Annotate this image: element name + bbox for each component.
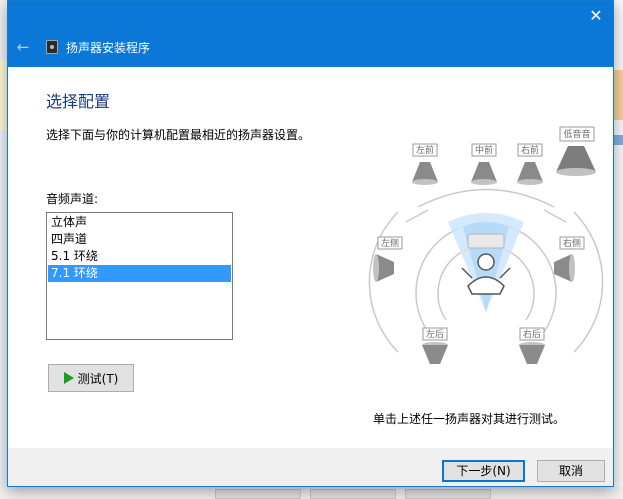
speaker-test-hint: 单击上述任一扬声器对其进行测试。	[373, 412, 566, 426]
side-right-speaker-icon[interactable]: 右侧	[554, 236, 585, 282]
svg-text:中前: 中前	[475, 144, 493, 156]
wizard-content: 选择配置 选择下面与你的计算机配置最相近的扬声器设置。 音频声道: 立体声 四声…	[8, 67, 613, 448]
test-button-label: 测试(T)	[77, 371, 119, 386]
svg-text:右后: 右后	[523, 328, 541, 340]
svg-text:右侧: 右侧	[563, 237, 581, 249]
instruction-text: 选择下面与你的计算机配置最相近的扬声器设置。	[46, 128, 311, 142]
page-title: 选择配置	[46, 92, 111, 111]
subwoofer-speaker-icon[interactable]: 低音音	[556, 126, 596, 176]
audio-channels-label: 音频声道:	[46, 192, 99, 206]
svg-text:左侧: 左侧	[381, 237, 399, 249]
svg-text:左前: 左前	[416, 144, 434, 156]
play-icon	[63, 372, 74, 384]
speaker-layout-diagram: 左前 中前 右前 低音音 左侧 右侧 左后 右后	[368, 126, 604, 364]
rear-left-speaker-icon[interactable]: 左后	[422, 327, 448, 364]
title-bar: ✕ ← 扬声器安装程序	[8, 1, 613, 67]
front-left-speaker-icon[interactable]: 左前	[412, 143, 438, 185]
wizard-footer: 下一步(N) 取消	[8, 448, 613, 486]
svg-text:右前: 右前	[521, 144, 539, 156]
test-button[interactable]: 测试(T)	[48, 364, 134, 392]
center-speaker-icon[interactable]: 中前	[471, 143, 497, 185]
channel-option-5-1[interactable]: 5.1 环绕	[48, 248, 231, 265]
back-button[interactable]: ←	[14, 38, 32, 56]
svg-text:左后: 左后	[426, 328, 444, 340]
svg-text:低音音: 低音音	[563, 128, 590, 140]
front-right-speaker-icon[interactable]: 右前	[517, 143, 543, 185]
channel-option-7-1[interactable]: 7.1 环绕	[48, 265, 231, 282]
rear-right-speaker-icon[interactable]: 右后	[519, 327, 545, 364]
audio-channels-list[interactable]: 立体声 四声道 5.1 环绕 7.1 环绕	[46, 212, 233, 340]
speaker-setup-dialog: ✕ ← 扬声器安装程序 选择配置 选择下面与你的计算机配置最相近的扬声器设置。 …	[7, 0, 614, 487]
close-button[interactable]: ✕	[587, 7, 605, 25]
next-button[interactable]: 下一步(N)	[442, 460, 525, 482]
speaker-app-icon	[46, 40, 58, 54]
cancel-button[interactable]: 取消	[537, 460, 605, 482]
monitor-icon	[467, 233, 505, 249]
background-app-bottom	[0, 486, 623, 499]
window-title: 扬声器安装程序	[66, 41, 151, 55]
channel-option-stereo[interactable]: 立体声	[48, 214, 231, 231]
channel-option-quad[interactable]: 四声道	[48, 231, 231, 248]
